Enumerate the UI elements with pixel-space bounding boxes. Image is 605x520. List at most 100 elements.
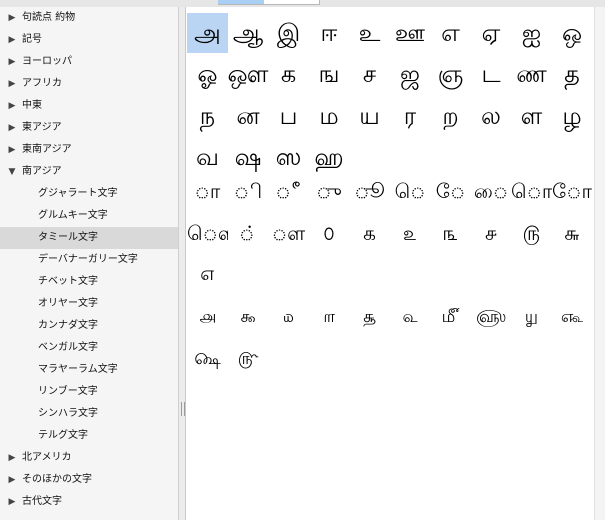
glyph-cell[interactable]: ் bbox=[228, 213, 269, 253]
glyph-cell[interactable]: ஐ bbox=[511, 13, 552, 53]
sidebar-item[interactable]: ▶ 中東 bbox=[0, 95, 178, 117]
glyph-cell[interactable]: இ bbox=[268, 13, 309, 53]
disclosure-triangle-right-icon[interactable]: ▶ bbox=[7, 117, 17, 139]
disclosure-triangle-right-icon[interactable]: ▶ bbox=[7, 51, 17, 73]
sidebar-item[interactable]: マラヤーラム文字 bbox=[0, 359, 178, 381]
glyph-cell[interactable]: ௬ bbox=[552, 213, 593, 253]
glyph-cell[interactable]: ௷ bbox=[552, 297, 593, 337]
glyph-cell[interactable]: ண bbox=[511, 54, 552, 94]
sidebar-item[interactable]: ▶ 記号 bbox=[0, 29, 178, 51]
glyph-cell[interactable]: ௮ bbox=[187, 297, 228, 337]
view-segment-selected[interactable] bbox=[218, 0, 264, 4]
glyph-cell[interactable]: ௵ bbox=[471, 297, 512, 337]
glyph-cell[interactable]: ௦ bbox=[309, 213, 350, 253]
glyph-cell[interactable]: ௭ bbox=[187, 253, 228, 293]
glyph-cell[interactable]: ௫ bbox=[511, 213, 552, 253]
disclosure-triangle-right-icon[interactable]: ▶ bbox=[7, 139, 17, 161]
glyph-cell[interactable]: ௸ bbox=[187, 339, 228, 379]
glyph-cell[interactable]: ீ bbox=[268, 171, 309, 211]
divider-grip-handle[interactable] bbox=[181, 402, 185, 416]
glyph-cell[interactable]: ௩ bbox=[430, 213, 471, 253]
glyph-cell[interactable]: ு bbox=[309, 171, 350, 211]
glyph-cell[interactable]: ௧ bbox=[349, 213, 390, 253]
sidebar-item[interactable]: カンナダ文字 bbox=[0, 315, 178, 337]
glyph-cell[interactable]: ௰ bbox=[268, 297, 309, 337]
sidebar-item[interactable]: ベンガル文字 bbox=[0, 337, 178, 359]
glyph-cell[interactable]: ை bbox=[471, 171, 512, 211]
sidebar-item[interactable]: グルムキー文字 bbox=[0, 205, 178, 227]
glyph-cell[interactable]: ே bbox=[430, 171, 471, 211]
glyph-cell[interactable]: ய bbox=[349, 96, 390, 136]
glyph-cell[interactable]: ஆ bbox=[228, 13, 269, 53]
glyph-cell[interactable]: ர bbox=[390, 96, 431, 136]
sidebar-item[interactable]: ▶ 東アジア bbox=[0, 117, 178, 139]
glyph-cell[interactable]: ன bbox=[228, 96, 269, 136]
glyph-cell[interactable]: ழ bbox=[552, 96, 593, 136]
disclosure-triangle-right-icon[interactable]: ▶ bbox=[7, 95, 17, 117]
glyph-cell[interactable]: ச bbox=[349, 54, 390, 94]
sidebar-item[interactable]: シンハラ文字 bbox=[0, 403, 178, 425]
disclosure-triangle-right-icon[interactable]: ▶ bbox=[7, 29, 17, 51]
glyph-cell[interactable]: த bbox=[552, 54, 593, 94]
glyph-cell[interactable]: ௨ bbox=[390, 213, 431, 253]
sidebar-item[interactable]: ▶ 古代文字 bbox=[0, 491, 178, 513]
glyph-cell[interactable]: ஔ bbox=[228, 54, 269, 94]
glyph-cell[interactable]: ொ bbox=[511, 171, 552, 211]
sidebar-item[interactable]: ▼ 南アジア bbox=[0, 161, 178, 183]
glyph-cell[interactable]: அ bbox=[187, 13, 228, 53]
disclosure-triangle-right-icon[interactable]: ▶ bbox=[7, 447, 17, 469]
disclosure-triangle-right-icon[interactable]: ▶ bbox=[7, 7, 17, 29]
sidebar-item[interactable]: グジャラート文字 bbox=[0, 183, 178, 205]
sidebar-item[interactable]: オリヤー文字 bbox=[0, 293, 178, 315]
glyph-cell[interactable]: ௪ bbox=[471, 213, 512, 253]
glyph-cell[interactable]: எ bbox=[430, 13, 471, 53]
glyph-cell[interactable]: ங bbox=[309, 54, 350, 94]
glyph-cell[interactable]: ெ bbox=[390, 171, 431, 211]
glyph-cell[interactable]: ோ bbox=[552, 171, 593, 211]
sidebar-item[interactable]: ▶ 句読点 約物 bbox=[0, 7, 178, 29]
glyph-cell[interactable]: ஈ bbox=[309, 13, 350, 53]
glyph-cell[interactable]: ட bbox=[471, 54, 512, 94]
sidebar-item[interactable]: テルグ文字 bbox=[0, 425, 178, 447]
glyph-cell[interactable]: க bbox=[268, 54, 309, 94]
sidebar-item[interactable]: ▶ 東南アジア bbox=[0, 139, 178, 161]
glyph-cell[interactable]: ற bbox=[430, 96, 471, 136]
disclosure-triangle-right-icon[interactable]: ▶ bbox=[7, 469, 17, 491]
sidebar-item[interactable]: リンブー文字 bbox=[0, 381, 178, 403]
glyph-cell[interactable]: ள bbox=[511, 96, 552, 136]
glyph-cell[interactable]: ஓ bbox=[187, 54, 228, 94]
glyph-cell[interactable]: ௲ bbox=[349, 297, 390, 337]
glyph-cell[interactable]: ஜ bbox=[390, 54, 431, 94]
glyph-cell[interactable]: ல bbox=[471, 96, 512, 136]
disclosure-triangle-down-icon[interactable]: ▼ bbox=[7, 161, 17, 183]
split-view-divider[interactable] bbox=[179, 7, 186, 520]
sidebar-item[interactable]: ▶ ヨーロッパ bbox=[0, 51, 178, 73]
sidebar-item[interactable]: タミール文字 bbox=[0, 227, 178, 249]
glyph-cell[interactable]: உ bbox=[349, 13, 390, 53]
sidebar-item[interactable]: ▶ アフリカ bbox=[0, 73, 178, 95]
glyph-cell[interactable]: ௴ bbox=[430, 297, 471, 337]
glyph-cell[interactable]: ௱ bbox=[309, 297, 350, 337]
glyph-cell[interactable]: ஏ bbox=[471, 13, 512, 53]
glyph-cell[interactable]: ௹ bbox=[228, 339, 269, 379]
glyph-cell[interactable]: ூ bbox=[349, 171, 390, 211]
glyph-cell[interactable]: ந bbox=[187, 96, 228, 136]
sidebar-item[interactable]: ▶ 北アメリカ bbox=[0, 447, 178, 469]
glyph-cell[interactable]: ா bbox=[187, 171, 228, 211]
glyph-cell[interactable]: ௶ bbox=[511, 297, 552, 337]
glyph-cell[interactable]: ம bbox=[309, 96, 350, 136]
sidebar-item[interactable]: ▶ そのほかの文字 bbox=[0, 469, 178, 491]
sidebar-item[interactable]: デーバナーガリー文字 bbox=[0, 249, 178, 271]
glyph-cell[interactable]: ப bbox=[268, 96, 309, 136]
disclosure-triangle-right-icon[interactable]: ▶ bbox=[7, 73, 17, 95]
grid-scrollbar[interactable] bbox=[594, 7, 605, 520]
glyph-cell[interactable]: ஒ bbox=[552, 13, 593, 53]
glyph-cell[interactable]: ௗ bbox=[268, 213, 309, 253]
glyph-cell[interactable]: ௌ bbox=[187, 213, 228, 253]
disclosure-triangle-right-icon[interactable]: ▶ bbox=[7, 491, 17, 513]
glyph-cell[interactable]: ி bbox=[228, 171, 269, 211]
sidebar-item[interactable]: チベット文字 bbox=[0, 271, 178, 293]
glyph-cell[interactable]: ௯ bbox=[228, 297, 269, 337]
glyph-cell[interactable]: ௳ bbox=[390, 297, 431, 337]
glyph-cell[interactable]: ஊ bbox=[390, 13, 431, 53]
